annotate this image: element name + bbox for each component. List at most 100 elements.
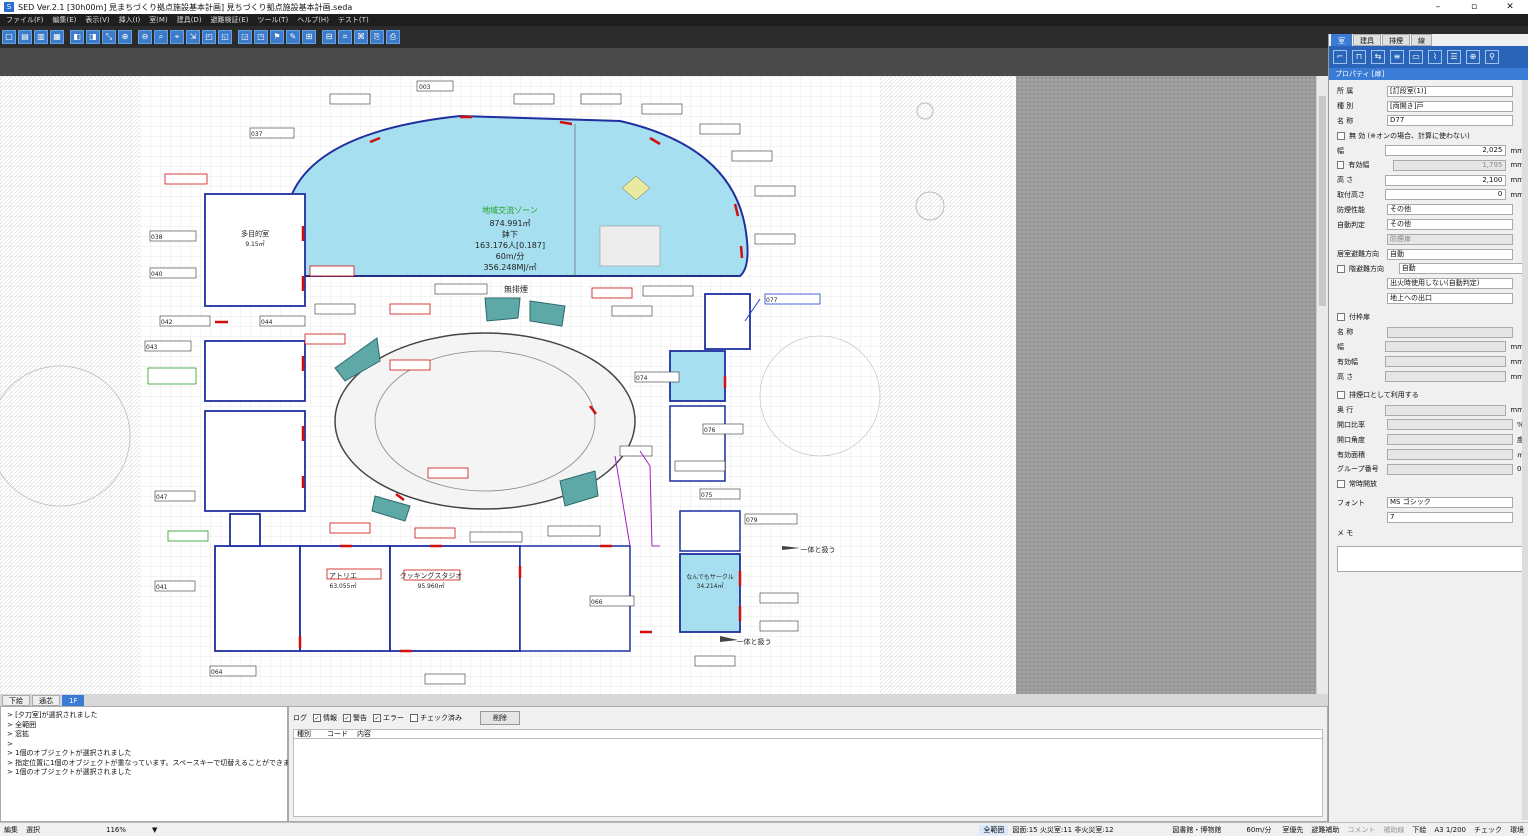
status-scope[interactable]: 全範囲 bbox=[979, 824, 1009, 835]
toolbar-tool-icon[interactable]: ⌗ bbox=[338, 30, 352, 44]
menu-insert[interactable]: 挿入(I) bbox=[119, 15, 141, 25]
column-code[interactable]: コード bbox=[324, 730, 354, 738]
door-sliding-icon[interactable]: ⇆ bbox=[1371, 50, 1385, 64]
column-type[interactable]: 種別 bbox=[294, 730, 324, 738]
toolbar-tool-icon[interactable]: ⌘ bbox=[354, 30, 368, 44]
toolbar-tool-icon[interactable]: ✎ bbox=[286, 30, 300, 44]
property-value-field[interactable]: MS ゴシック bbox=[1387, 497, 1513, 509]
property-value-field[interactable]: 自動 bbox=[1398, 263, 1524, 275]
error-filter-checkbox[interactable]: ✓ bbox=[373, 714, 381, 722]
property-value-field[interactable] bbox=[1387, 463, 1513, 475]
toolbar-tool-icon[interactable]: ▦ bbox=[50, 30, 64, 44]
property-value-field[interactable]: 1,795 bbox=[1393, 159, 1507, 171]
toolbar-tool-icon[interactable]: ◰ bbox=[202, 30, 216, 44]
scroll-thumb[interactable] bbox=[1319, 96, 1326, 306]
room-cooking-studio[interactable] bbox=[389, 545, 521, 652]
tab-smoke-exhaust[interactable]: 排煙 bbox=[1382, 34, 1410, 46]
toolbar-tool-icon[interactable]: ⎙ bbox=[386, 30, 400, 44]
close-button[interactable]: ✕ bbox=[1492, 2, 1528, 12]
status-comment[interactable]: コメント bbox=[1343, 825, 1379, 835]
status-underlay[interactable]: 下絵 bbox=[1408, 825, 1430, 835]
minimize-button[interactable]: – bbox=[1420, 2, 1456, 12]
property-value-field[interactable] bbox=[1385, 404, 1507, 416]
property-checkbox[interactable] bbox=[1337, 131, 1345, 140]
property-value-field[interactable]: 2,025 bbox=[1385, 145, 1507, 157]
status-check[interactable]: チェック bbox=[1470, 825, 1506, 835]
room-atelier[interactable] bbox=[299, 545, 391, 652]
property-checkbox[interactable] bbox=[1337, 161, 1345, 170]
toolbar-tool-icon[interactable]: ◱ bbox=[218, 30, 232, 44]
toolbar-tool-icon[interactable]: ⊕ bbox=[118, 30, 132, 44]
toolbar-tool-icon[interactable]: ⌖ bbox=[170, 30, 184, 44]
toolbar-tool-icon[interactable]: ◲ bbox=[238, 30, 252, 44]
menu-test[interactable]: テスト(T) bbox=[338, 15, 369, 25]
property-value-field[interactable]: [訂段室(1)] bbox=[1387, 85, 1513, 97]
column-content[interactable]: 内容 bbox=[354, 730, 384, 738]
property-value-field[interactable] bbox=[1385, 341, 1507, 353]
room-circle[interactable] bbox=[679, 553, 741, 633]
maximize-button[interactable]: ▫ bbox=[1456, 2, 1492, 12]
opening-icon[interactable]: ▭ bbox=[1409, 50, 1423, 64]
tab-room[interactable]: 室 bbox=[1331, 34, 1352, 46]
toolbar-tool-icon[interactable]: ⚑ bbox=[270, 30, 284, 44]
zoom-dropdown-icon[interactable]: ▼ bbox=[148, 826, 157, 834]
property-value-field[interactable] bbox=[1387, 326, 1513, 338]
property-value-field[interactable]: その他 bbox=[1387, 204, 1513, 216]
tab-grid-lines[interactable]: 通芯 bbox=[32, 695, 60, 706]
checked-filter-checkbox[interactable] bbox=[410, 714, 418, 722]
toolbar-tool-icon[interactable]: ◳ bbox=[254, 30, 268, 44]
lock-icon[interactable]: ⊕ bbox=[1466, 50, 1480, 64]
toolbar-tool-icon[interactable]: ⤡ bbox=[102, 30, 116, 44]
property-value-field[interactable] bbox=[1385, 356, 1507, 368]
status-room-priority[interactable]: 室優先 bbox=[1278, 825, 1307, 835]
menu-edit[interactable]: 編集(E) bbox=[53, 15, 77, 25]
status-paper[interactable]: A3 1/200 bbox=[1430, 826, 1470, 834]
property-value-field[interactable]: D77 bbox=[1387, 115, 1513, 127]
toolbar-tool-icon[interactable]: ◧ bbox=[70, 30, 84, 44]
stair-icon[interactable]: ⌇ bbox=[1428, 50, 1442, 64]
property-value-field[interactable]: 地上への出口 bbox=[1387, 293, 1513, 305]
room-multipurpose[interactable] bbox=[204, 193, 306, 307]
property-value-field[interactable] bbox=[1385, 371, 1507, 383]
menu-evacuation[interactable]: 避難検証(E) bbox=[211, 15, 249, 25]
toolbar-tool-icon[interactable]: ⌕ bbox=[154, 30, 168, 44]
toolbar-tool-icon[interactable]: ▥ bbox=[34, 30, 48, 44]
toolbar-tool-icon[interactable]: ⇲ bbox=[186, 30, 200, 44]
sidebar-scrollbar[interactable] bbox=[1522, 80, 1528, 820]
tab-underlay[interactable]: 下絵 bbox=[2, 695, 30, 706]
toolbar-tool-icon[interactable]: ⊖ bbox=[138, 30, 152, 44]
toolbar-tool-icon[interactable]: ⎘ bbox=[370, 30, 384, 44]
zoom-level[interactable]: 116% bbox=[102, 826, 148, 834]
property-checkbox[interactable] bbox=[1337, 313, 1345, 322]
list-icon[interactable]: ☰ bbox=[1447, 50, 1461, 64]
warning-filter-checkbox[interactable]: ✓ bbox=[343, 714, 351, 722]
toolbar-tool-icon[interactable]: □ bbox=[2, 30, 16, 44]
property-checkbox[interactable] bbox=[1337, 391, 1345, 400]
log-clear-button[interactable]: 削除 bbox=[480, 711, 520, 725]
property-value-field[interactable]: その他 bbox=[1387, 219, 1513, 231]
property-value-field[interactable]: 2,100 bbox=[1385, 174, 1507, 186]
vertical-scrollbar[interactable] bbox=[1316, 76, 1328, 694]
door-single-icon[interactable]: ⌐ bbox=[1333, 50, 1347, 64]
tab-fitting[interactable]: 建具 bbox=[1353, 34, 1381, 46]
door-double-icon[interactable]: ⊓ bbox=[1352, 50, 1366, 64]
toolbar-tool-icon[interactable]: ◨ bbox=[86, 30, 100, 44]
property-value-field[interactable]: [両開き]戸 bbox=[1387, 100, 1513, 112]
floor-plan-canvas[interactable]: 地域交流ゾーン 874.991㎡ 鉢下 163.176人[0.187] 60m/… bbox=[0, 76, 1016, 694]
property-value-field[interactable]: 7 bbox=[1387, 512, 1513, 524]
status-guide-line[interactable]: 補助線 bbox=[1379, 825, 1408, 835]
property-value-field[interactable]: 防煙扉 bbox=[1387, 233, 1513, 245]
pin-icon[interactable]: ⚲ bbox=[1485, 50, 1499, 64]
memo-field[interactable] bbox=[1337, 545, 1523, 572]
tab-floor-1f[interactable]: 1F bbox=[62, 695, 85, 706]
property-value-field[interactable]: 自動 bbox=[1387, 248, 1513, 260]
info-filter-checkbox[interactable]: ✓ bbox=[313, 714, 321, 722]
property-value-field[interactable] bbox=[1387, 419, 1513, 431]
menu-fitting[interactable]: 建具(D) bbox=[177, 15, 202, 25]
toolbar-tool-icon[interactable]: ⊞ bbox=[302, 30, 316, 44]
tab-line[interactable]: 線 bbox=[1411, 34, 1432, 46]
status-environment[interactable]: 環境 bbox=[1506, 825, 1528, 835]
property-value-field[interactable]: 0 bbox=[1385, 189, 1507, 201]
property-checkbox[interactable] bbox=[1337, 264, 1345, 273]
menu-file[interactable]: ファイル(F) bbox=[6, 15, 44, 25]
